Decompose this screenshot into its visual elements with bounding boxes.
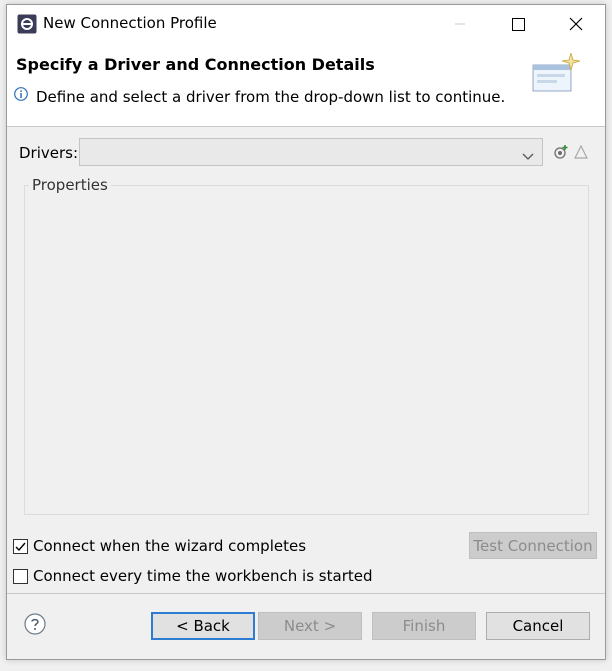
title-bar: New Connection Profile bbox=[7, 5, 605, 43]
maximize-button[interactable] bbox=[489, 5, 547, 43]
info-icon bbox=[14, 87, 28, 101]
connect-on-startup-option[interactable]: Connect every time the workbench is star… bbox=[13, 567, 373, 585]
cancel-button[interactable]: Cancel bbox=[486, 612, 590, 640]
drivers-label: Drivers: bbox=[19, 144, 79, 162]
next-button[interactable]: Next > bbox=[258, 612, 362, 640]
eclipse-icon bbox=[17, 14, 37, 34]
drivers-dropdown[interactable] bbox=[79, 138, 543, 166]
connect-on-complete-label: Connect when the wizard completes bbox=[33, 537, 307, 555]
button-bar-divider bbox=[7, 593, 605, 594]
properties-label: Properties bbox=[29, 176, 111, 194]
wizard-banner-icon bbox=[531, 51, 583, 105]
edit-driver-icon[interactable] bbox=[574, 144, 588, 159]
minimize-button[interactable] bbox=[431, 5, 489, 43]
connect-on-startup-checkbox[interactable] bbox=[13, 568, 28, 584]
wizard-header: Specify a Driver and Connection Details … bbox=[7, 43, 605, 127]
close-button[interactable] bbox=[547, 5, 605, 43]
connect-on-complete-checkbox[interactable] bbox=[13, 538, 28, 554]
finish-button[interactable]: Finish bbox=[372, 612, 476, 640]
connect-on-startup-label: Connect every time the workbench is star… bbox=[33, 567, 373, 585]
window-title: New Connection Profile bbox=[43, 14, 217, 32]
back-button[interactable]: < Back bbox=[151, 612, 255, 640]
connect-on-complete-option[interactable]: Connect when the wizard completes bbox=[13, 537, 306, 555]
chevron-down-icon bbox=[522, 148, 534, 160]
test-connection-button[interactable]: Test Connection bbox=[469, 532, 597, 559]
page-title: Specify a Driver and Connection Details bbox=[16, 55, 375, 74]
new-driver-icon[interactable] bbox=[553, 144, 569, 160]
dialog-window: New Connection Profile Specify a Driver … bbox=[6, 4, 606, 660]
properties-group: Properties bbox=[24, 176, 589, 515]
page-description: Define and select a driver from the drop… bbox=[36, 88, 506, 106]
help-icon[interactable] bbox=[24, 613, 46, 635]
